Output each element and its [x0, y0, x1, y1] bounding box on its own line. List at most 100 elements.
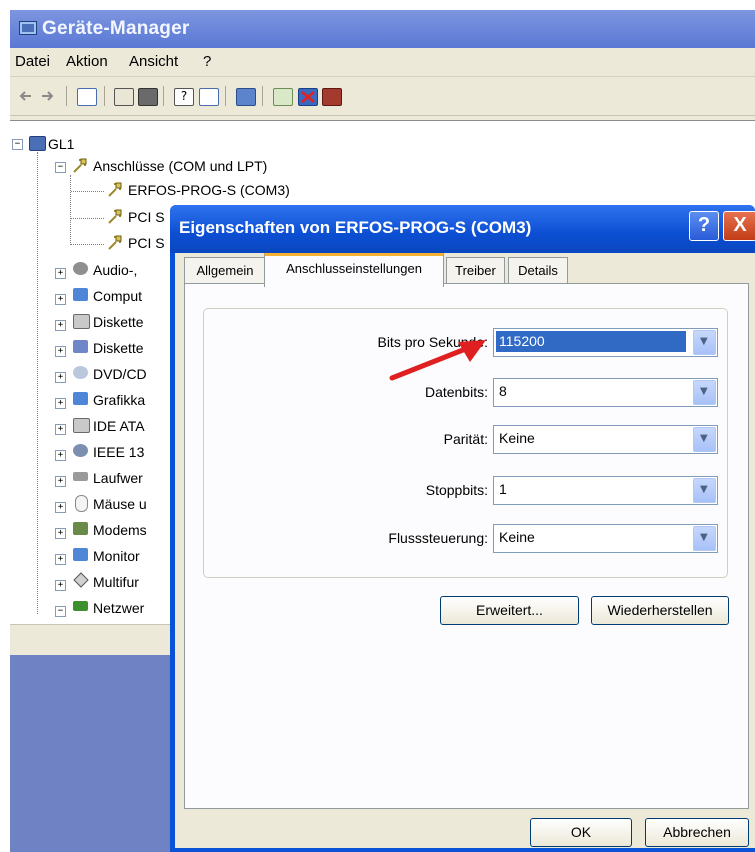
toolbar-separator	[225, 86, 226, 106]
dialog-titlebar[interactable]: Eigenschaften von ERFOS-PROG-S (COM3)	[170, 205, 755, 253]
forward-icon[interactable]	[40, 88, 56, 104]
ieee1394-icon	[73, 444, 88, 457]
chevron-down-icon[interactable]: ▼	[693, 330, 716, 355]
advanced-button[interactable]: Erweitert...	[440, 596, 579, 625]
expand-toggle[interactable]: +	[55, 424, 66, 435]
parity-select[interactable]: Keine ▼	[493, 425, 718, 454]
restore-defaults-button[interactable]: Wiederherstellen	[591, 596, 729, 625]
expand-toggle[interactable]: +	[55, 268, 66, 279]
tree-item-category[interactable]: Netzwer	[93, 600, 144, 616]
expand-toggle[interactable]: +	[55, 346, 66, 357]
menu-help[interactable]: ?	[203, 53, 211, 70]
tree-item-pci-serial[interactable]: PCI S	[128, 235, 165, 251]
chevron-down-icon[interactable]: ▼	[693, 427, 716, 452]
collapse-toggle[interactable]: −	[55, 162, 66, 173]
uninstall-icon[interactable]	[322, 88, 342, 106]
tree-item-category[interactable]: Laufwer	[93, 470, 143, 486]
toolbar-separator	[262, 86, 263, 106]
tree-line	[71, 218, 104, 219]
tree-item-category[interactable]: IDE ATA	[93, 418, 145, 434]
tree-line	[70, 175, 71, 245]
floppy-controller-icon	[73, 314, 90, 329]
expand-toggle[interactable]: +	[55, 372, 66, 383]
collapse-toggle[interactable]: −	[55, 606, 66, 617]
expand-toggle[interactable]: +	[55, 528, 66, 539]
data-bits-value: 8	[499, 383, 507, 399]
dialog-title: Eigenschaften von ERFOS-PROG-S (COM3)	[179, 218, 532, 237]
label-stop-bits: Stoppbits:	[425, 482, 488, 498]
expand-toggle[interactable]: +	[55, 398, 66, 409]
close-button[interactable]: X	[723, 211, 755, 241]
tree-item-category[interactable]: Multifur	[93, 574, 139, 590]
flow-control-value: Keine	[499, 529, 535, 545]
tree-item-category[interactable]: Audio-,	[93, 262, 137, 278]
flow-control-select[interactable]: Keine ▼	[493, 524, 718, 553]
tree-item-category[interactable]: DVD/CD	[93, 366, 147, 382]
disable-icon[interactable]	[298, 88, 318, 106]
help-icon[interactable]: ?	[174, 88, 194, 106]
view-icon[interactable]	[199, 88, 219, 106]
port-connector-icon	[71, 157, 88, 174]
tree-item-category[interactable]: Diskette	[93, 314, 144, 330]
tab-details[interactable]: Details	[508, 257, 568, 284]
scan-icon[interactable]	[236, 88, 256, 106]
back-icon[interactable]	[17, 88, 33, 104]
tree-item-ports[interactable]: Anschlüsse (COM und LPT)	[93, 158, 267, 174]
annotation-arrow-icon	[389, 340, 486, 381]
mouse-icon	[75, 495, 88, 512]
tree-item-category[interactable]: IEEE 13	[93, 444, 144, 460]
tree-item-category[interactable]: Diskette	[93, 340, 144, 356]
menu-datei[interactable]: Datei	[15, 53, 50, 70]
device-manager-titlebar[interactable]: Geräte-Manager	[10, 10, 755, 48]
expand-toggle[interactable]: +	[55, 476, 66, 487]
expand-toggle[interactable]: +	[55, 554, 66, 565]
expand-toggle[interactable]: +	[55, 320, 66, 331]
print-icon[interactable]	[138, 88, 158, 106]
tab-anschlusseinstellungen[interactable]: Anschlusseinstellungen	[264, 253, 444, 287]
tree-item-category[interactable]: Modems	[93, 522, 147, 538]
tree-item-category[interactable]: Monitor	[93, 548, 140, 564]
stop-bits-select[interactable]: 1 ▼	[493, 476, 718, 505]
expand-toggle[interactable]: +	[55, 502, 66, 513]
tab-allgemein[interactable]: Allgemein	[184, 257, 266, 284]
label-parity: Parität:	[443, 431, 488, 447]
data-bits-select[interactable]: 8 ▼	[493, 378, 718, 407]
multifunction-icon	[73, 572, 89, 588]
window-title: Geräte-Manager	[42, 18, 190, 39]
cancel-button[interactable]: Abbrechen	[645, 818, 749, 847]
toolbar-separator	[66, 86, 67, 106]
floppy-drive-icon	[73, 340, 88, 353]
console-tree-icon[interactable]	[77, 88, 97, 106]
tree-item-com3[interactable]: ERFOS-PROG-S (COM3)	[128, 182, 290, 198]
expand-toggle[interactable]: +	[55, 450, 66, 461]
expand-toggle[interactable]: +	[55, 580, 66, 591]
chevron-down-icon[interactable]: ▼	[693, 526, 716, 551]
chevron-down-icon[interactable]: ▼	[693, 380, 716, 405]
stop-bits-value: 1	[499, 481, 507, 497]
help-button[interactable]: ?	[689, 211, 719, 241]
ide-icon	[73, 418, 90, 433]
tree-item-pci-serial[interactable]: PCI S	[128, 209, 165, 225]
network-icon	[73, 601, 88, 611]
port-connector-icon	[106, 181, 123, 198]
collapse-toggle[interactable]: −	[12, 139, 23, 150]
menu-ansicht[interactable]: Ansicht	[129, 53, 178, 70]
tree-item-category[interactable]: Comput	[93, 288, 142, 304]
update-driver-icon[interactable]	[273, 88, 293, 106]
tree-item-category[interactable]: Mäuse u	[93, 496, 147, 512]
disk-drive-icon	[73, 472, 88, 481]
dvd-icon	[73, 366, 88, 379]
tree-item-category[interactable]: Grafikka	[93, 392, 145, 408]
baud-rate-value: 115200	[499, 333, 545, 349]
baud-rate-select[interactable]: 115200 ▼	[493, 328, 718, 357]
expand-toggle[interactable]: +	[55, 294, 66, 305]
tree-line	[37, 152, 38, 614]
tree-root[interactable]: GL1	[48, 136, 74, 152]
tab-treiber[interactable]: Treiber	[446, 257, 505, 284]
ok-button[interactable]: OK	[530, 818, 632, 847]
toolbar-separator	[104, 86, 105, 106]
properties-icon[interactable]	[114, 88, 134, 106]
menu-aktion[interactable]: Aktion	[66, 53, 108, 70]
chevron-down-icon[interactable]: ▼	[693, 478, 716, 503]
computer-icon	[29, 136, 46, 151]
